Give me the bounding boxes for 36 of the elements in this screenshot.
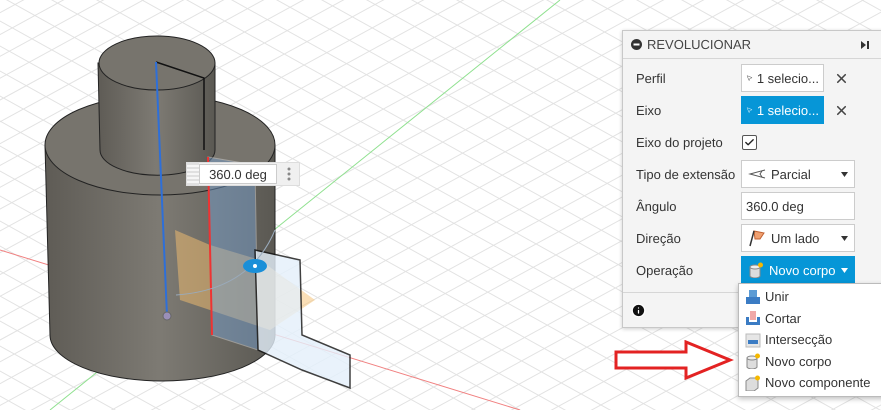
intersect-icon [745,332,761,348]
panel-title: REVOLUCIONAR [647,37,752,52]
field-label: Direção [636,230,682,246]
field-label: Operação [636,262,694,278]
collapse-icon[interactable] [631,39,642,50]
checkbox[interactable] [742,134,757,150]
field-label: Ângulo [636,198,678,214]
field-label: Eixo do projeto [636,134,724,150]
angle-input[interactable]: 360.0 deg [199,164,277,184]
angle-icon [748,168,766,180]
menu-item[interactable]: Unir [739,286,881,308]
menu-item[interactable]: Novo corpo [739,350,881,372]
menu-item[interactable]: Cortar [739,308,881,329]
new-body-icon [745,353,761,370]
new-body-icon [748,262,764,278]
check-icon [744,136,755,148]
caret-icon [841,236,848,240]
new-component-icon [745,374,761,391]
more-icon[interactable] [287,167,291,181]
dropdown[interactable]: Um lado [741,224,855,252]
dropdown[interactable]: Parcial [741,160,855,188]
join-icon [745,288,761,305]
field-label: Perfil [636,70,667,86]
field-label: Eixo [636,102,662,118]
field-label: Tipo de extensão [636,166,736,182]
direction-icon [748,229,766,247]
angle-field[interactable]: 360.0 deg [741,192,855,220]
expand-icon[interactable] [861,40,871,50]
menu-item[interactable]: Intersecção [739,329,881,350]
cut-icon [745,310,761,326]
info-icon[interactable] [631,302,646,318]
drag-handle[interactable] [187,163,199,185]
caret-icon [841,172,848,176]
caret-icon [841,268,848,272]
selection-button[interactable]: 1 selecio... [741,64,824,92]
menu-item[interactable]: Novo componente [739,372,881,394]
